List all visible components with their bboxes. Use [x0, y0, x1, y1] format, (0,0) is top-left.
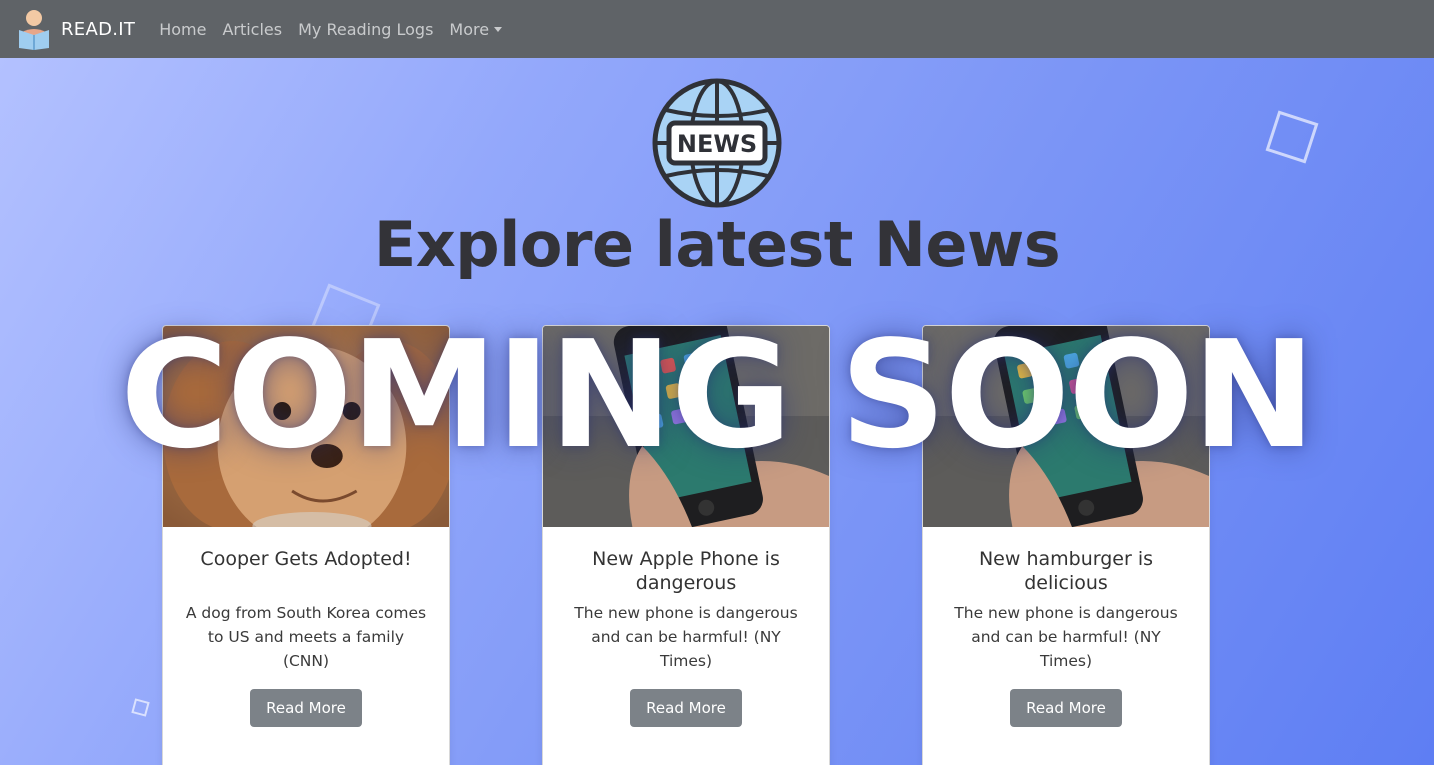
- navbar: READ.IT Home Articles My Reading Logs Mo…: [0, 0, 1434, 58]
- nav-more-label: More: [449, 19, 490, 39]
- read-more-button[interactable]: Read More: [630, 689, 742, 727]
- card-title: New Apple Phone is dangerous: [592, 548, 780, 594]
- read-more-button[interactable]: Read More: [250, 689, 362, 727]
- decorative-square: [131, 698, 150, 717]
- page-title: Explore latest News: [373, 208, 1061, 281]
- caret-down-icon: [494, 26, 503, 32]
- brand[interactable]: READ.IT: [16, 8, 135, 50]
- nav-more-dropdown[interactable]: More: [449, 19, 503, 39]
- card-description: The new phone is dangerous and can be ha…: [954, 604, 1178, 670]
- card-description: A dog from South Korea comes to US and m…: [185, 604, 427, 670]
- nav-reading-logs[interactable]: My Reading Logs: [298, 20, 433, 39]
- card-title: New hamburger is delicious: [978, 548, 1154, 594]
- news-logo-text: NEWS: [677, 130, 757, 158]
- phone-photo: [543, 326, 829, 527]
- dog-photo: [163, 326, 449, 527]
- nav-articles[interactable]: Articles: [222, 20, 282, 39]
- news-globe-logo: NEWS: [652, 78, 782, 208]
- nav-home[interactable]: Home: [159, 20, 206, 39]
- card-title: Cooper Gets Adopted!: [200, 548, 412, 570]
- card-description: The new phone is dangerous and can be ha…: [574, 604, 798, 670]
- reader-logo-icon: [19, 10, 49, 50]
- brand-name: READ.IT: [61, 18, 136, 40]
- article-card: New hamburger is delicious The new phone…: [922, 325, 1210, 765]
- read-more-button[interactable]: Read More: [1010, 689, 1122, 727]
- decorative-square: [1265, 110, 1319, 164]
- phone-photo: [923, 326, 1209, 527]
- article-card: Cooper Gets Adopted! A dog from South Ko…: [162, 325, 450, 765]
- article-card: New Apple Phone is dangerous The new pho…: [542, 325, 830, 765]
